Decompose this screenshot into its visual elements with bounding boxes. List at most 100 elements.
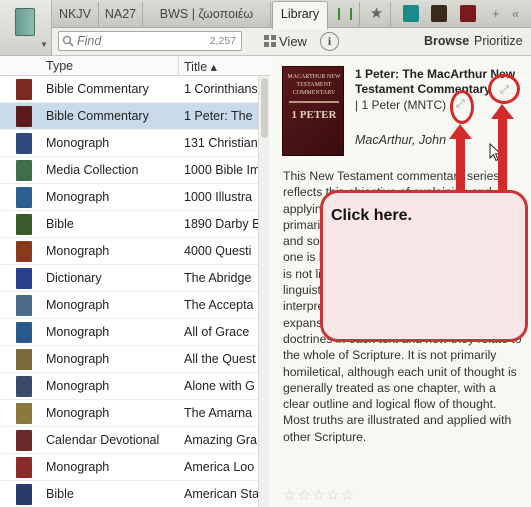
cover-divider	[289, 101, 339, 103]
row-title: 1000 Illustra	[184, 190, 253, 204]
row-type: Monograph	[46, 136, 110, 150]
cover-series-line1: MACARTHUR NEW	[287, 74, 341, 80]
row-title: All the Quest	[184, 352, 256, 366]
row-type: Monograph	[46, 325, 110, 339]
library-toolbar: 2,257 View i Browse Prioritize	[0, 28, 531, 56]
table-row[interactable]: Monograph All the Quest	[0, 346, 258, 373]
resource-thumbnail	[16, 295, 32, 316]
resource-thumbnail	[16, 376, 32, 397]
grid-icon	[264, 35, 276, 47]
cover-title: 1 PETER	[291, 109, 337, 121]
row-type: Monograph	[46, 379, 110, 393]
book-icon	[15, 8, 35, 36]
resource-thumbnail	[16, 349, 32, 370]
scrollbar-thumb[interactable]	[261, 78, 268, 138]
column-header-title[interactable]: Title ▴	[184, 59, 217, 74]
row-type: Monograph	[46, 244, 110, 258]
book-red-icon[interactable]	[460, 5, 476, 22]
result-count: 2,257	[209, 35, 236, 47]
tab-overflow-button[interactable]: «	[512, 6, 519, 21]
row-type: Bible Commentary	[46, 82, 149, 96]
row-title: 1 Corinthians	[184, 82, 258, 96]
book-cover-image[interactable]: MACARTHUR NEW TESTAMENT COMMENTARY 1 PET…	[282, 66, 344, 156]
star-icon[interactable]: ★	[363, 2, 391, 26]
cover-series-line3: COMMENTARY	[292, 90, 336, 96]
search-input[interactable]	[77, 33, 197, 49]
table-row[interactable]: Bible Commentary 1 Corinthians	[0, 76, 258, 103]
table-row[interactable]: Monograph 4000 Questi	[0, 238, 258, 265]
search-field[interactable]: 2,257	[58, 31, 242, 51]
table-row[interactable]: Monograph 131 Christian	[0, 130, 258, 157]
resource-thumbnail	[16, 187, 32, 208]
book-author[interactable]: MacArthur, John	[355, 133, 446, 147]
book-dark-icon[interactable]	[431, 5, 447, 22]
table-row[interactable]: Bible 1890 Darby B	[0, 211, 258, 238]
book-teal-icon[interactable]	[403, 5, 419, 22]
tab-bar: NKJV NA27 BWS | ζωοποιέω Library ★ + «	[0, 0, 531, 29]
row-type: Calendar Devotional	[46, 433, 160, 447]
info-icon[interactable]: i	[320, 32, 339, 51]
tab-nkjv[interactable]: NKJV	[52, 2, 99, 26]
tab-na27[interactable]: NA27	[99, 2, 143, 26]
view-button[interactable]: View	[264, 32, 307, 52]
grid-tab-icon[interactable]	[330, 2, 360, 26]
book-reference[interactable]: | 1 Peter (MNTC)	[355, 98, 446, 112]
prioritize-button[interactable]: Prioritize	[474, 34, 523, 48]
resource-thumbnail	[16, 403, 32, 424]
row-type: Bible	[46, 487, 74, 501]
table-row[interactable]: Monograph All of Grace	[0, 319, 258, 346]
resource-thumbnail	[16, 430, 32, 451]
resource-thumbnail	[16, 160, 32, 181]
resource-thumbnail	[16, 133, 32, 154]
resource-thumbnail	[16, 79, 32, 100]
chevron-down-icon: ▼	[40, 40, 48, 49]
resource-thumbnail	[16, 484, 32, 505]
row-title: American Sta	[184, 487, 258, 501]
highlight-circle	[488, 74, 520, 104]
row-title: 1 Peter: The	[184, 109, 253, 123]
row-title: America Loo	[184, 460, 255, 474]
table-row[interactable]: Bible American Sta	[0, 481, 258, 507]
resource-thumbnail	[16, 268, 32, 289]
row-type: Bible	[46, 217, 74, 231]
table-row[interactable]: Monograph 1000 Illustra	[0, 184, 258, 211]
tab-bws[interactable]: BWS | ζωοποιέω	[143, 2, 271, 26]
tab-library[interactable]: Library	[272, 1, 328, 29]
table-row[interactable]: Dictionary The Abridge	[0, 265, 258, 292]
row-title: The Amarna	[184, 406, 253, 420]
row-title: The Accepta	[184, 298, 254, 312]
resource-thumbnail	[16, 241, 32, 262]
list-scrollbar[interactable]	[258, 76, 270, 507]
row-type: Monograph	[46, 460, 110, 474]
row-type: Dictionary	[46, 271, 102, 285]
add-tab-button[interactable]: +	[492, 6, 500, 21]
row-title: Amazing Gra	[184, 433, 257, 447]
table-row[interactable]: Monograph The Amarna	[0, 400, 258, 427]
row-type: Monograph	[46, 352, 110, 366]
highlight-circle	[450, 90, 474, 124]
table-row[interactable]: Calendar Devotional Amazing Gra	[0, 427, 258, 454]
table-row[interactable]: Monograph Alone with G	[0, 373, 258, 400]
row-type: Monograph	[46, 298, 110, 312]
row-title: 1890 Darby B	[184, 217, 258, 231]
column-divider[interactable]	[178, 56, 179, 76]
mouse-cursor-icon	[489, 143, 502, 162]
annotation-callout: Click here.	[320, 190, 528, 342]
library-list: Type Title ▴ Bible Commentary 1 Corinthia…	[0, 56, 270, 507]
table-row[interactable]: Monograph The Accepta	[0, 292, 258, 319]
row-title: All of Grace	[184, 325, 250, 339]
row-type: Monograph	[46, 190, 110, 204]
column-header-row: Type Title ▴	[0, 56, 270, 76]
search-icon	[62, 35, 74, 47]
table-row[interactable]: Bible Commentary 1 Peter: The	[0, 103, 258, 130]
rating-stars[interactable]: ☆☆☆☆☆	[283, 486, 355, 504]
resource-thumbnail	[16, 214, 32, 235]
table-row[interactable]: Media Collection 1000 Bible Im	[0, 157, 258, 184]
column-header-type[interactable]: Type	[46, 59, 73, 73]
resource-thumbnail	[16, 457, 32, 478]
callout-text: Click here.	[331, 207, 412, 224]
row-title: 1000 Bible Im	[184, 163, 258, 177]
browse-button[interactable]: Browse	[424, 34, 469, 48]
table-row[interactable]: Monograph America Loo	[0, 454, 258, 481]
app-menu-button[interactable]: ▼	[0, 0, 52, 56]
